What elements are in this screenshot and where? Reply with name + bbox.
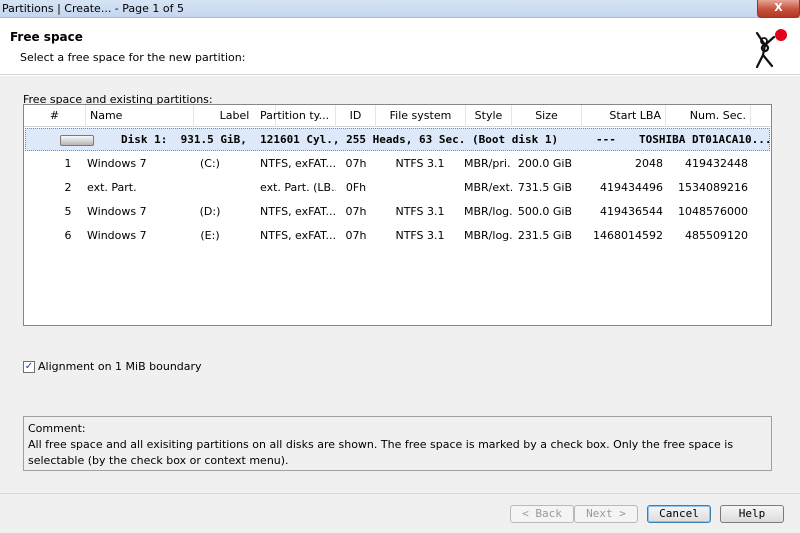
- cell-name: Windows 7: [87, 157, 147, 170]
- cell-name: Windows 7: [87, 229, 147, 242]
- comment-text: All free space and all exisiting partiti…: [28, 438, 734, 467]
- column-header-style[interactable]: Style: [466, 105, 512, 127]
- cell-size: 200.0 GiB: [517, 157, 572, 170]
- cell-style: MBR/log.: [464, 229, 513, 242]
- cell-file-system: [389, 176, 451, 200]
- cell-style: MBR/log.: [464, 205, 513, 218]
- cell-partition-type: NTFS, exFAT...: [260, 205, 336, 218]
- cell-partition-type: ext. Part. (LB...: [260, 181, 336, 194]
- app-logo-icon: [755, 29, 787, 69]
- column-header-size[interactable]: Size: [512, 105, 582, 127]
- disk-placeholder: ---: [596, 133, 616, 146]
- hard-disk-icon: [60, 135, 94, 146]
- cell-file-system: NTFS 3.1: [395, 205, 445, 218]
- cell-id: 07h: [345, 205, 367, 218]
- cell-file-system: NTFS 3.1: [395, 157, 445, 170]
- column-header-id[interactable]: ID: [336, 105, 376, 127]
- cell-style: MBR/ext.: [464, 181, 514, 194]
- wizard-header: Free space Select a free space for the n…: [0, 19, 800, 75]
- help-button[interactable]: Help: [720, 505, 784, 523]
- disk-row[interactable]: Disk 1: 931.5 GiB, 121601 Cyl., 255 Head…: [25, 128, 772, 151]
- alignment-label[interactable]: Alignment on 1 MiB boundary: [38, 360, 202, 373]
- table-row[interactable]: 1 Windows 7 (C:) NTFS, exFAT... 07h NTFS…: [24, 152, 771, 176]
- column-header-num[interactable]: #: [24, 105, 86, 127]
- disk-model: TOSHIBA DT01ACA10...: [639, 133, 772, 146]
- column-header-start-lba[interactable]: Start LBA: [582, 105, 666, 127]
- cell-size: 231.5 GiB: [517, 229, 572, 242]
- cell-num-sectors: 1534089216: [678, 181, 748, 194]
- cell-name: Windows 7: [87, 205, 147, 218]
- cell-start-lba: 419436544: [600, 205, 663, 218]
- comment-title: Comment:: [28, 422, 86, 435]
- cell-num: 5: [64, 205, 72, 218]
- table-row[interactable]: 2 ext. Part. ext. Part. (LB... 0Fh MBR/e…: [24, 176, 771, 200]
- column-header-file-system[interactable]: File system: [376, 105, 466, 127]
- back-button[interactable]: < Back: [510, 505, 574, 523]
- cell-start-lba: 1468014592: [593, 229, 663, 242]
- cell-start-lba: 2048: [635, 157, 663, 170]
- cell-label: [189, 176, 231, 200]
- title-bar: Partitions | Create... - Page 1 of 5 X: [0, 0, 800, 18]
- cell-num-sectors: 1048576000: [678, 205, 748, 218]
- page-subtitle: Select a free space for the new partitio…: [20, 51, 246, 64]
- cell-partition-type: NTFS, exFAT...: [260, 229, 336, 242]
- table-row[interactable]: 6 Windows 7 (E:) NTFS, exFAT... 07h NTFS…: [24, 224, 771, 248]
- cancel-button[interactable]: Cancel: [647, 505, 711, 523]
- close-icon: X: [774, 1, 783, 14]
- close-button[interactable]: X: [757, 0, 800, 18]
- partitions-table[interactable]: # Name Label Partition ty... ID File sys…: [23, 104, 772, 326]
- cell-id: 07h: [345, 157, 367, 170]
- content-area: Free space and existing partitions: # Na…: [0, 76, 800, 493]
- cell-num-sectors: 419432448: [685, 157, 748, 170]
- cell-id: 0Fh: [345, 181, 367, 194]
- disk-description: Disk 1: 931.5 GiB, 121601 Cyl., 255 Head…: [121, 133, 559, 146]
- alignment-checkbox[interactable]: ✓: [23, 361, 35, 373]
- cell-partition-type: NTFS, exFAT...: [260, 157, 336, 170]
- cell-num: 1: [64, 157, 72, 170]
- comment-box: Comment: All free space and all exisitin…: [23, 416, 772, 471]
- cell-label: (E:): [200, 229, 220, 242]
- table-header: # Name Label Partition ty... ID File sys…: [24, 105, 771, 127]
- cell-num: 6: [64, 229, 72, 242]
- cell-name: ext. Part.: [87, 181, 137, 194]
- cell-num: 2: [64, 181, 72, 194]
- cell-start-lba: 419434496: [600, 181, 663, 194]
- cell-label: (C:): [200, 157, 220, 170]
- page-title: Free space: [10, 30, 83, 44]
- cell-size: 731.5 GiB: [517, 181, 572, 194]
- cell-size: 500.0 GiB: [517, 205, 572, 218]
- window-title: Partitions | Create... - Page 1 of 5: [2, 2, 184, 15]
- column-header-partition-type[interactable]: Partition ty...: [256, 105, 336, 127]
- column-header-name[interactable]: Name: [86, 105, 194, 127]
- cell-num-sectors: 485509120: [685, 229, 748, 242]
- next-button[interactable]: Next >: [574, 505, 638, 523]
- table-row[interactable]: 5 Windows 7 (D:) NTFS, exFAT... 07h NTFS…: [24, 200, 771, 224]
- cell-style: MBR/pri.: [464, 157, 511, 170]
- cell-label: (D:): [199, 205, 221, 218]
- wizard-footer: < Back Next > Cancel Help: [0, 493, 800, 533]
- cell-file-system: NTFS 3.1: [395, 229, 445, 242]
- cell-id: 07h: [345, 229, 367, 242]
- column-header-num-sec[interactable]: Num. Sec.: [666, 105, 751, 127]
